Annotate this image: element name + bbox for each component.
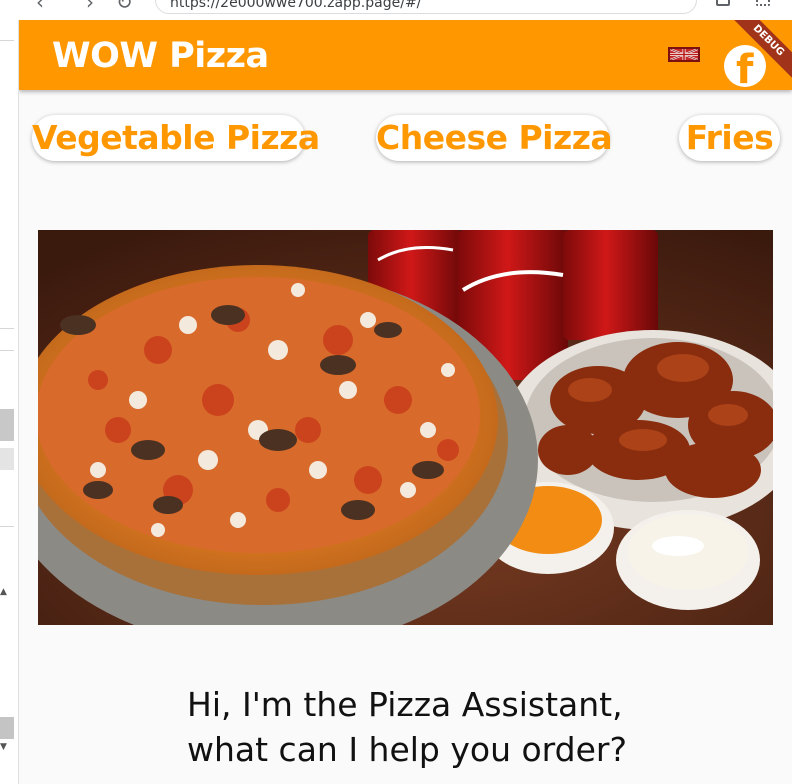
category-chip-fries[interactable]: Fries — [679, 115, 780, 161]
app-title: WOW Pizza — [52, 36, 269, 76]
qr-icon[interactable] — [756, 0, 770, 6]
divider — [0, 40, 14, 41]
assistant-greeting-line-2: what can I help you order? — [187, 730, 628, 769]
category-chip-cheese-pizza[interactable]: Cheese Pizza — [376, 115, 613, 161]
facebook-glyph: f — [736, 47, 754, 87]
forward-icon[interactable]: › — [86, 0, 94, 14]
browser-toolbar: ‹ › ↻ https://2e000wwe700.zapp.page/#/ — [0, 0, 792, 20]
pizza-wings-coke-illustration — [38, 230, 773, 625]
facebook-icon[interactable]: f — [724, 45, 766, 87]
category-chip-vegetable-pizza[interactable]: Vegetable Pizza — [32, 115, 320, 161]
side-panel: ▲ ▼ — [0, 20, 19, 784]
address-bar[interactable]: https://2e000wwe700.zapp.page/#/ — [155, 0, 697, 14]
flag-icon[interactable] — [668, 47, 700, 62]
app-bar: WOW Pizza f DEBUG — [19, 20, 792, 90]
food-photo — [38, 230, 773, 625]
divider — [0, 328, 14, 329]
url-text[interactable]: https://2e000wwe700.zapp.page/#/ — [170, 0, 421, 11]
scrollbar-thumb[interactable] — [0, 717, 14, 739]
divider — [0, 350, 14, 351]
back-icon[interactable]: ‹ — [36, 0, 44, 14]
assistant-greeting-line-1: Hi, I'm the Pizza Assistant, — [187, 685, 623, 724]
panel-tab[interactable] — [0, 448, 14, 470]
reload-icon[interactable]: ↻ — [116, 0, 133, 14]
app-root: WOW Pizza f DEBUG Vegetable Pizza Cheese… — [19, 20, 792, 784]
flag-graphic — [670, 49, 698, 60]
scroll-down-icon[interactable]: ▼ — [0, 742, 7, 752]
assistant-greeting: Hi, I'm the Pizza Assistant, what can I … — [187, 682, 627, 772]
bookmark-icon[interactable] — [716, 0, 730, 6]
scroll-up-icon[interactable]: ▲ — [0, 587, 7, 597]
panel-tab[interactable] — [0, 409, 14, 441]
divider — [0, 526, 14, 527]
